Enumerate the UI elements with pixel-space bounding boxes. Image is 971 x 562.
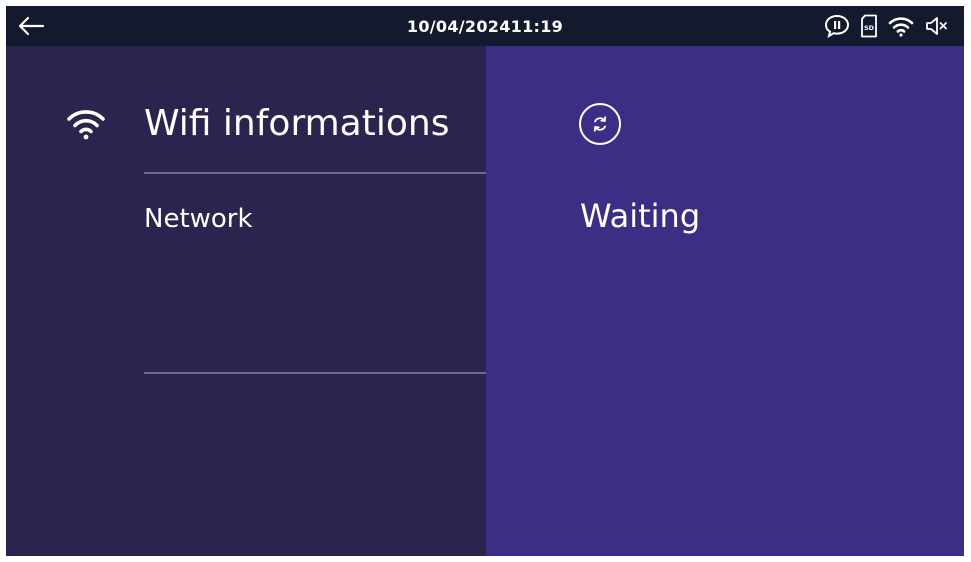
refresh-button[interactable] [578, 102, 622, 146]
svg-text:SD: SD [864, 24, 875, 32]
wifi-icon [67, 110, 105, 140]
sd-card-icon: SD [860, 14, 878, 38]
status-bar: 10/04/202411:19 SD [6, 6, 964, 46]
wifi-info-panel: Wifi informations Network [6, 46, 486, 556]
device-screen: 10/04/202411:19 SD Wifi informations Net… [6, 6, 964, 556]
status-icons: SD [824, 6, 950, 46]
page-title: Wifi informations [144, 103, 450, 144]
network-label: Network [144, 204, 253, 234]
refresh-icon [579, 103, 621, 145]
waiting-status: Waiting [580, 197, 701, 235]
divider-bottom [144, 372, 486, 374]
connection-status-panel: Waiting [486, 46, 964, 556]
wifi-status-icon [888, 15, 914, 37]
status-datetime: 10/04/202411:19 [406, 17, 564, 36]
talk-icon [824, 14, 850, 38]
divider-top [144, 172, 486, 174]
speaker-muted-icon [924, 15, 950, 37]
